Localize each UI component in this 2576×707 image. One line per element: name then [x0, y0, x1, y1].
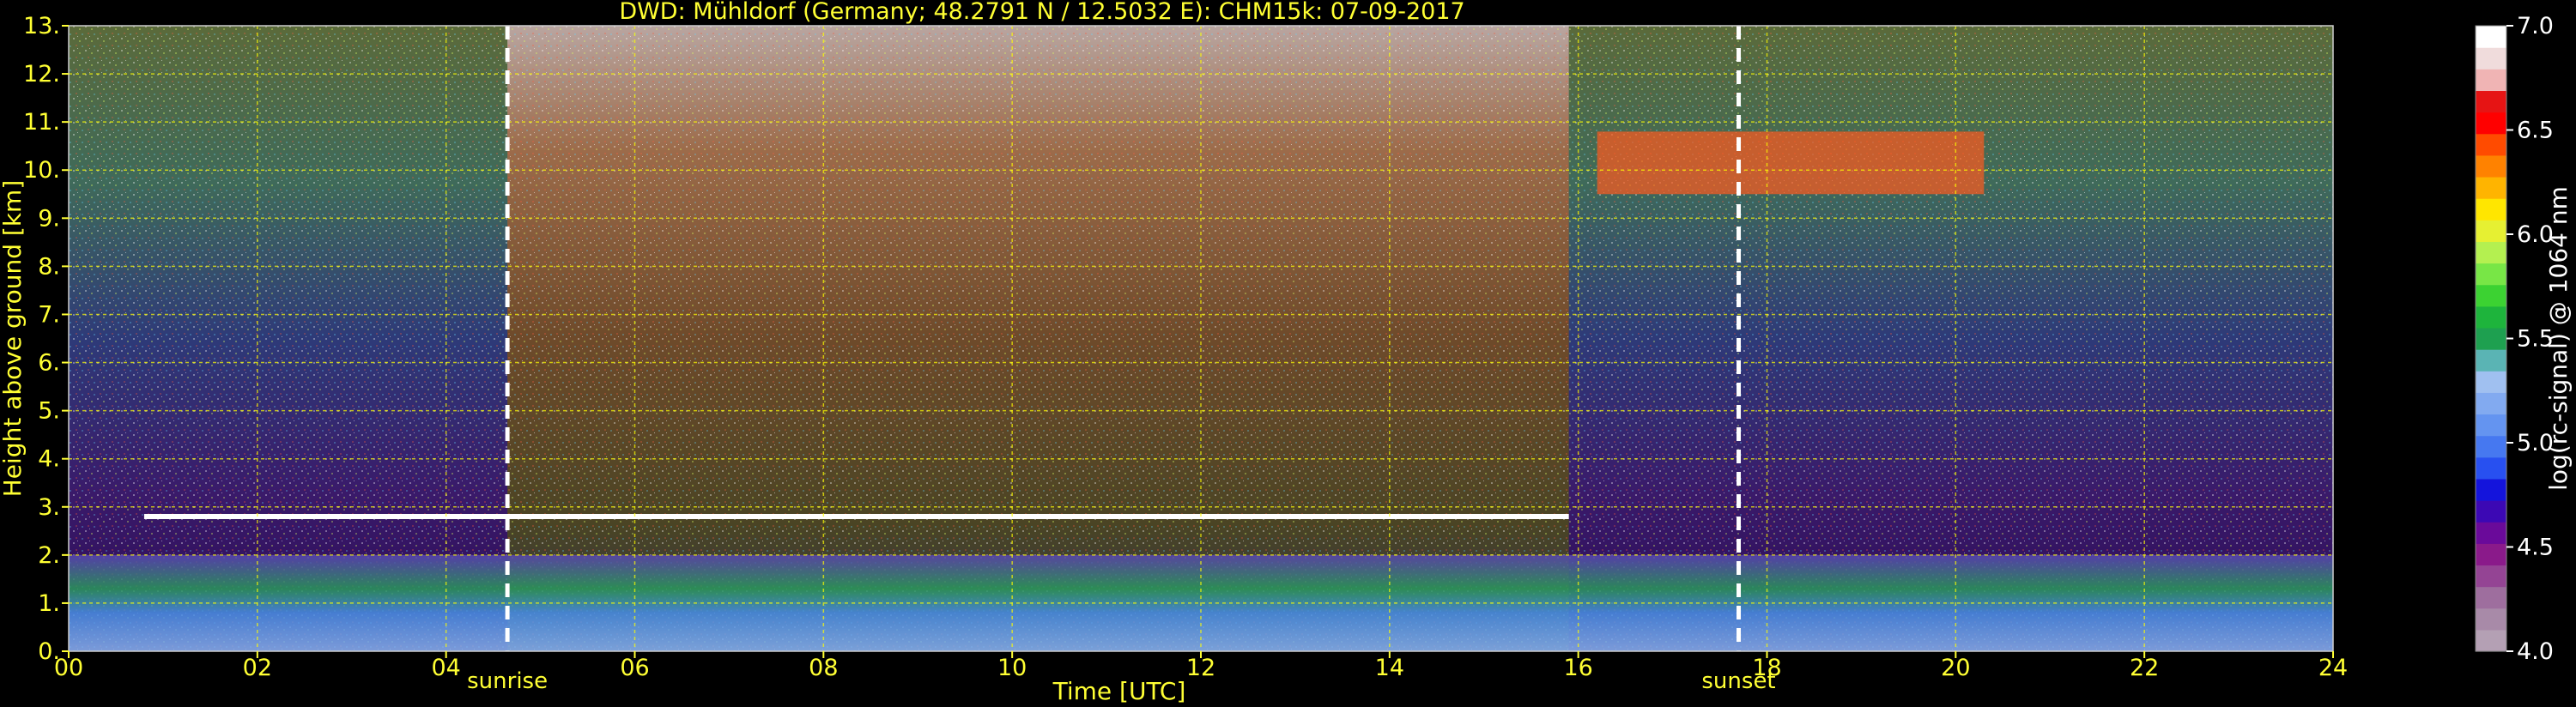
x-tick-label: 24	[2318, 655, 2348, 681]
y-tick-label: 4.	[38, 446, 60, 473]
x-tick-label: 08	[809, 655, 838, 681]
colorbar-swatch	[2476, 543, 2506, 566]
colorbar-swatch	[2476, 26, 2506, 48]
y-tick-label: 9.	[38, 205, 60, 232]
colorbar-swatch	[2476, 371, 2506, 393]
colorbar-swatch	[2476, 241, 2506, 264]
x-axis-label: Time [UTC]	[1052, 677, 1186, 705]
colorbar-tick-label: 6.5	[2517, 118, 2554, 144]
y-tick-label: 2.	[38, 542, 60, 569]
colorbar-swatch	[2476, 500, 2506, 523]
x-tick-label: 04	[431, 655, 460, 681]
colorbar-swatch	[2476, 90, 2506, 113]
x-tick-label: 10	[997, 655, 1027, 681]
colorbar-swatch	[2476, 478, 2506, 501]
y-axis-label: Height above ground [km]	[0, 180, 27, 498]
colorbar-swatch	[2476, 112, 2506, 135]
colorbar-swatch	[2476, 284, 2506, 307]
y-tick-label: 6.	[38, 350, 60, 377]
y-tick-label: 0.	[38, 638, 60, 665]
colorbar-tick-label: 4.5	[2517, 535, 2554, 561]
colorbar-swatch	[2476, 456, 2506, 480]
x-tick-label: 06	[620, 655, 649, 681]
colorbar-swatch	[2476, 154, 2506, 178]
colorbar-swatch	[2476, 565, 2506, 588]
colorbar-tick-label: 4.0	[2517, 638, 2554, 665]
colorbar-swatch	[2476, 586, 2506, 609]
x-tick-label: 02	[243, 655, 272, 681]
y-tick-label: 11.	[23, 109, 60, 136]
colorbar-swatch	[2476, 305, 2506, 329]
chart: sunrise sunset 00 02 04 06 08 10 12 14 16 18 20 22 24…	[0, 0, 2573, 705]
sunrise-label: sunrise	[467, 668, 548, 694]
colorbar-tick-label: 7.0	[2517, 13, 2554, 39]
colorbar-label: log(rc-signal) @ 1064 nm	[2544, 186, 2573, 491]
colorbar-swatch	[2476, 47, 2506, 69]
chart-title: DWD: Mühldorf (Germany; 48.2791 N / 12.5…	[619, 0, 1464, 25]
colorbar-swatch	[2476, 607, 2506, 631]
y-tick-label: 3.	[38, 494, 60, 521]
colorbar-swatch	[2476, 220, 2506, 242]
colorbar-swatch	[2476, 414, 2506, 437]
colorbar-swatch	[2476, 349, 2506, 372]
x-tick-label: 16	[1563, 655, 1592, 681]
y-tick-label: 5.	[38, 398, 60, 425]
colorbar: 4.04.55.05.56.06.57.0log(rc-signal) @ 10…	[2475, 13, 2573, 665]
colorbar-swatch	[2476, 69, 2506, 92]
y-tick-label: 12.	[23, 61, 60, 88]
x-tick-label: 18	[1752, 655, 1781, 681]
colorbar-swatch	[2476, 176, 2506, 199]
y-tick-label: 8.	[38, 253, 60, 280]
x-tick-label: 12	[1186, 655, 1215, 681]
colorbar-swatch	[2476, 435, 2506, 458]
colorbar-swatch	[2476, 263, 2506, 286]
colorbar-swatch	[2476, 133, 2506, 156]
x-tick-label: 20	[1941, 655, 1970, 681]
layer-cirrus	[1597, 131, 1985, 195]
layer-cloud-layer	[143, 513, 1569, 519]
y-tick-label: 1.	[38, 590, 60, 617]
x-tick-label: 22	[2130, 655, 2159, 681]
y-tick-label: 10.	[23, 157, 60, 184]
y-tick-label: 13.	[23, 13, 60, 39]
colorbar-swatch	[2476, 629, 2506, 652]
y-tick-label: 7.	[38, 301, 60, 328]
colorbar-swatch	[2476, 327, 2506, 350]
x-tick-label: 14	[1375, 655, 1404, 681]
colorbar-swatch	[2476, 522, 2506, 544]
colorbar-swatch	[2476, 392, 2506, 415]
colorbar-swatch	[2476, 198, 2506, 221]
